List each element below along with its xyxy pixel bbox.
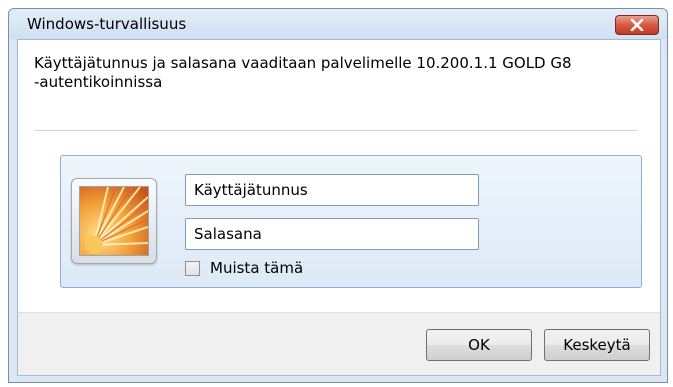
button-bar: OK Keskeytä bbox=[18, 312, 660, 375]
checkbox-box[interactable] bbox=[185, 260, 200, 276]
remember-me-label: Muista tämä bbox=[210, 259, 304, 277]
credential-tile: Muista tämä bbox=[60, 155, 642, 288]
cancel-button[interactable]: Keskeytä bbox=[544, 329, 650, 361]
message-line-2: -autentikoinnissa bbox=[34, 73, 163, 91]
username-field[interactable] bbox=[185, 174, 479, 206]
user-avatar-flower-icon bbox=[79, 186, 149, 256]
remember-me-checkbox[interactable]: Muista tämä bbox=[185, 259, 303, 277]
dialog-content: Käyttäjätunnus ja salasana vaaditaan pal… bbox=[17, 39, 661, 376]
security-dialog: Windows-turvallisuus Käyttäjätunnus ja s… bbox=[8, 8, 668, 383]
ok-button[interactable]: OK bbox=[426, 329, 532, 361]
window-title: Windows-turvallisuus bbox=[27, 15, 187, 33]
close-icon bbox=[630, 19, 644, 31]
message-line-1: Käyttäjätunnus ja salasana vaaditaan pal… bbox=[34, 54, 572, 72]
title-bar[interactable]: Windows-turvallisuus bbox=[9, 9, 667, 39]
close-button[interactable] bbox=[615, 15, 659, 35]
separator bbox=[34, 130, 638, 131]
avatar bbox=[71, 178, 157, 264]
password-field[interactable] bbox=[185, 218, 479, 250]
dialog-message: Käyttäjätunnus ja salasana vaaditaan pal… bbox=[34, 54, 634, 92]
